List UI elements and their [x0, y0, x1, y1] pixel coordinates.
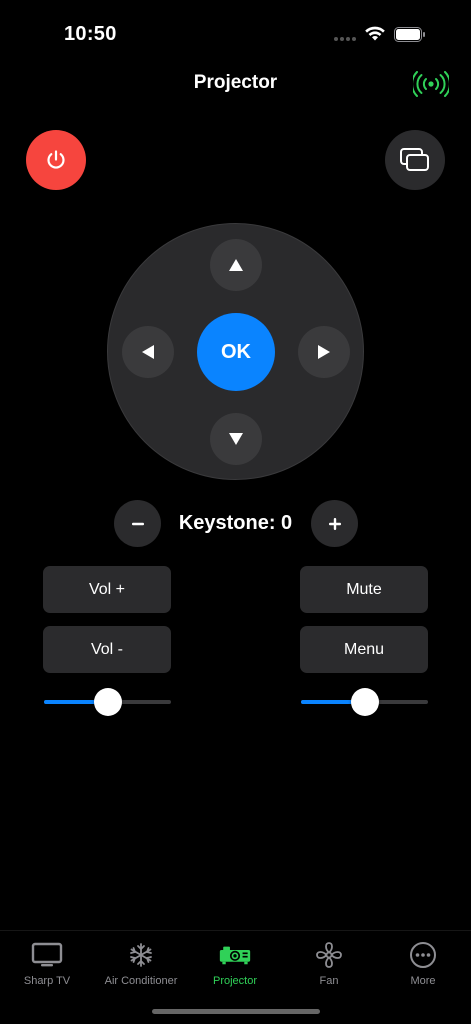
- direction-pad: OK: [107, 223, 364, 480]
- right-slider[interactable]: [301, 688, 428, 716]
- cellular-signal-icon: [334, 37, 356, 41]
- input-source-button[interactable]: [385, 130, 445, 190]
- volume-up-button[interactable]: Vol +: [43, 566, 171, 613]
- snowflake-icon: [130, 943, 152, 967]
- tab-fan[interactable]: Fan: [282, 941, 376, 991]
- power-icon: [47, 150, 65, 169]
- arrow-up-icon: [229, 259, 243, 271]
- home-indicator: [152, 1009, 320, 1014]
- keystone-control: Keystone: 0: [0, 500, 471, 548]
- tab-label: Sharp TV: [23, 975, 71, 987]
- power-button[interactable]: [26, 130, 86, 190]
- keystone-increase-button[interactable]: [311, 500, 358, 547]
- projector-icon: [219, 946, 251, 965]
- keystone-label: Keystone: 0: [178, 512, 293, 534]
- broadcast-icon[interactable]: [413, 71, 449, 97]
- tab-projector[interactable]: Projector: [188, 941, 282, 991]
- dpad-left-button[interactable]: [122, 326, 174, 378]
- status-bar: 10:50: [0, 0, 471, 60]
- tv-icon: [31, 942, 63, 967]
- volume-down-button[interactable]: Vol -: [43, 626, 171, 673]
- page-title: Projector: [193, 72, 278, 93]
- tab-label: Projector: [212, 975, 258, 987]
- menu-button[interactable]: Menu: [300, 626, 428, 673]
- plus-icon: [328, 517, 341, 530]
- minus-icon: [131, 522, 144, 525]
- slider-thumb[interactable]: [93, 688, 122, 716]
- dpad-right-button[interactable]: [298, 326, 350, 378]
- tab-more[interactable]: More: [376, 941, 470, 991]
- ok-button[interactable]: OK: [197, 313, 275, 391]
- keystone-decrease-button[interactable]: [114, 500, 161, 547]
- mute-button[interactable]: Mute: [300, 566, 428, 613]
- arrow-right-icon: [318, 345, 330, 359]
- tab-sharp-tv[interactable]: Sharp TV: [0, 941, 94, 991]
- battery-icon: [394, 27, 425, 42]
- arrow-left-icon: [142, 345, 154, 359]
- status-time: 10:50: [64, 23, 117, 45]
- slider-thumb[interactable]: [350, 688, 379, 716]
- wifi-icon: [365, 26, 385, 41]
- more-icon: [410, 942, 436, 968]
- arrow-down-icon: [229, 433, 243, 445]
- tab-air-conditioner[interactable]: Air Conditioner: [94, 941, 188, 991]
- tab-label: More: [410, 975, 436, 987]
- fan-icon: [316, 942, 342, 968]
- tab-label: Fan: [319, 975, 339, 987]
- dpad-down-button[interactable]: [210, 413, 262, 465]
- dpad-up-button[interactable]: [210, 239, 262, 291]
- tab-label: Air Conditioner: [104, 975, 178, 987]
- input-source-icon: [400, 148, 429, 171]
- left-slider[interactable]: [44, 688, 171, 716]
